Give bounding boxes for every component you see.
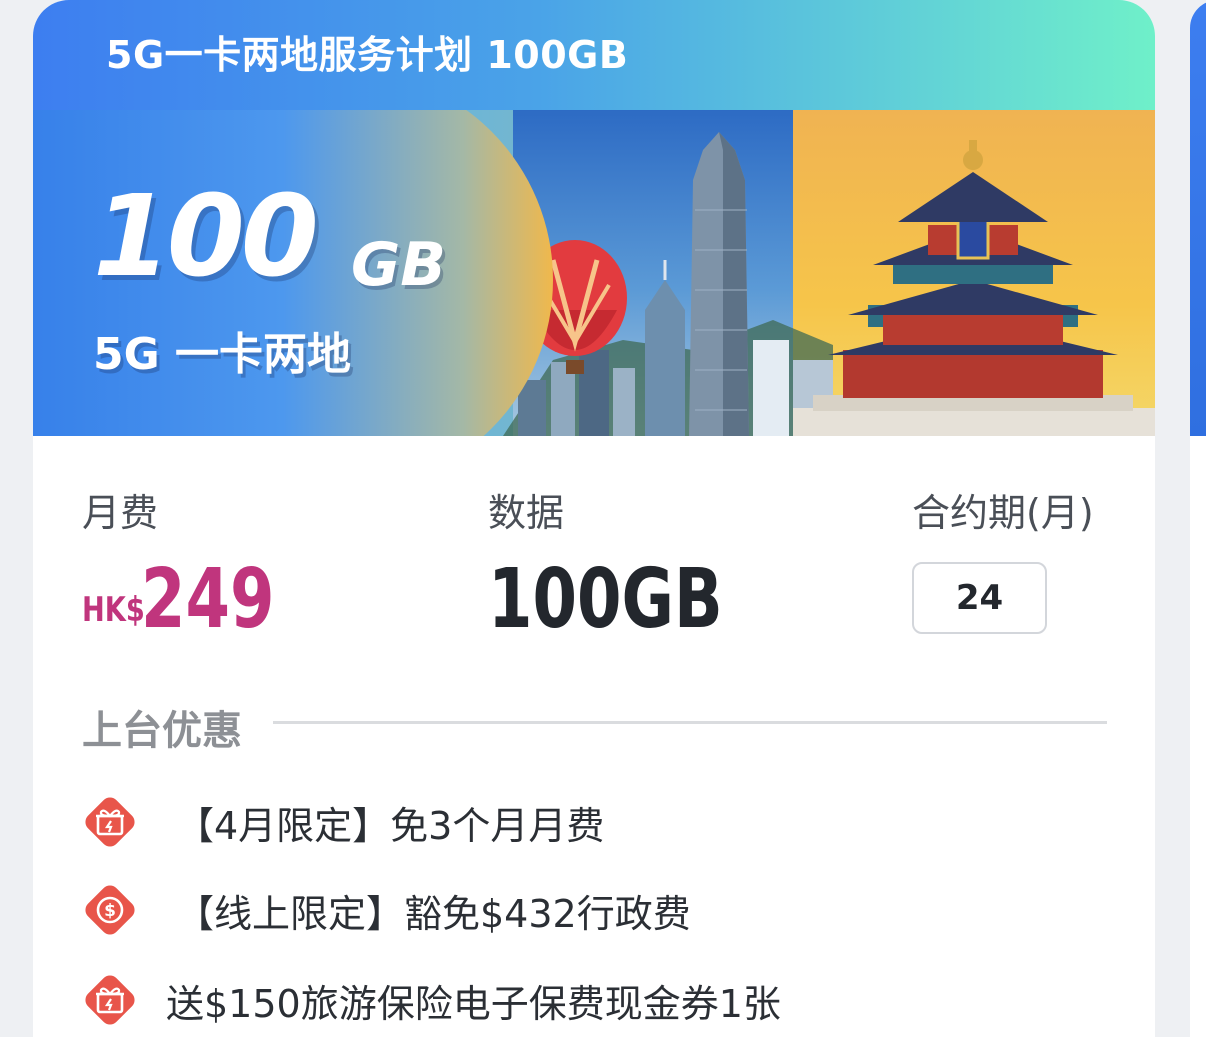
temple-of-heaven-illustration xyxy=(793,140,1155,436)
contract-period-value: 24 xyxy=(955,578,1004,618)
card-header: 5G一卡两地服务计划 100GB xyxy=(33,0,1155,110)
monthly-fee-label: 月费 xyxy=(82,491,159,535)
contract-period-label: 合约期(月) xyxy=(912,491,1094,535)
offer-item: 送$150旅游保险电子保费现金券1张 xyxy=(82,970,781,1030)
banner-headline-number: 100 xyxy=(93,172,319,302)
offer-item: 【4月限定】免3个月月费 xyxy=(82,792,604,852)
banner-subline: 5G 一卡两地 xyxy=(93,329,352,380)
gift-icon xyxy=(85,975,135,1025)
plan-banner-image: 100 GB 5G 一卡两地 xyxy=(33,110,1155,436)
offer-text: 【4月限定】免3个月月费 xyxy=(176,803,605,848)
data-value: 100GB xyxy=(488,552,723,647)
offers-divider xyxy=(273,721,1107,724)
offer-text: 送$150旅游保险电子保费现金券1张 xyxy=(166,981,781,1026)
offer-item: $ 【线上限定】豁免$432行政费 xyxy=(82,880,691,940)
next-plan-card[interactable] xyxy=(1190,0,1206,1037)
contract-period-selector[interactable]: 24 xyxy=(912,562,1047,634)
data-label: 数据 xyxy=(488,491,565,535)
price-currency: HK$ xyxy=(82,590,145,630)
svg-text:$: $ xyxy=(104,901,116,921)
offers-section-title: 上台优惠 xyxy=(82,708,242,754)
plan-title: 5G一卡两地服务计划 100GB xyxy=(106,33,629,77)
plan-carousel: 5G一卡两地服务计划 100GB 100 GB 5G 一卡两地 月费 数据 合约… xyxy=(0,0,1206,1037)
plan-card[interactable]: 5G一卡两地服务计划 100GB 100 GB 5G 一卡两地 月费 数据 合约… xyxy=(33,0,1155,1037)
offer-text: 【线上限定】豁免$432行政费 xyxy=(176,891,691,936)
gift-icon xyxy=(85,797,135,847)
price-value: 249 xyxy=(141,552,275,647)
dollar-icon: $ xyxy=(85,885,135,935)
banner-headline-unit: GB xyxy=(351,230,446,300)
